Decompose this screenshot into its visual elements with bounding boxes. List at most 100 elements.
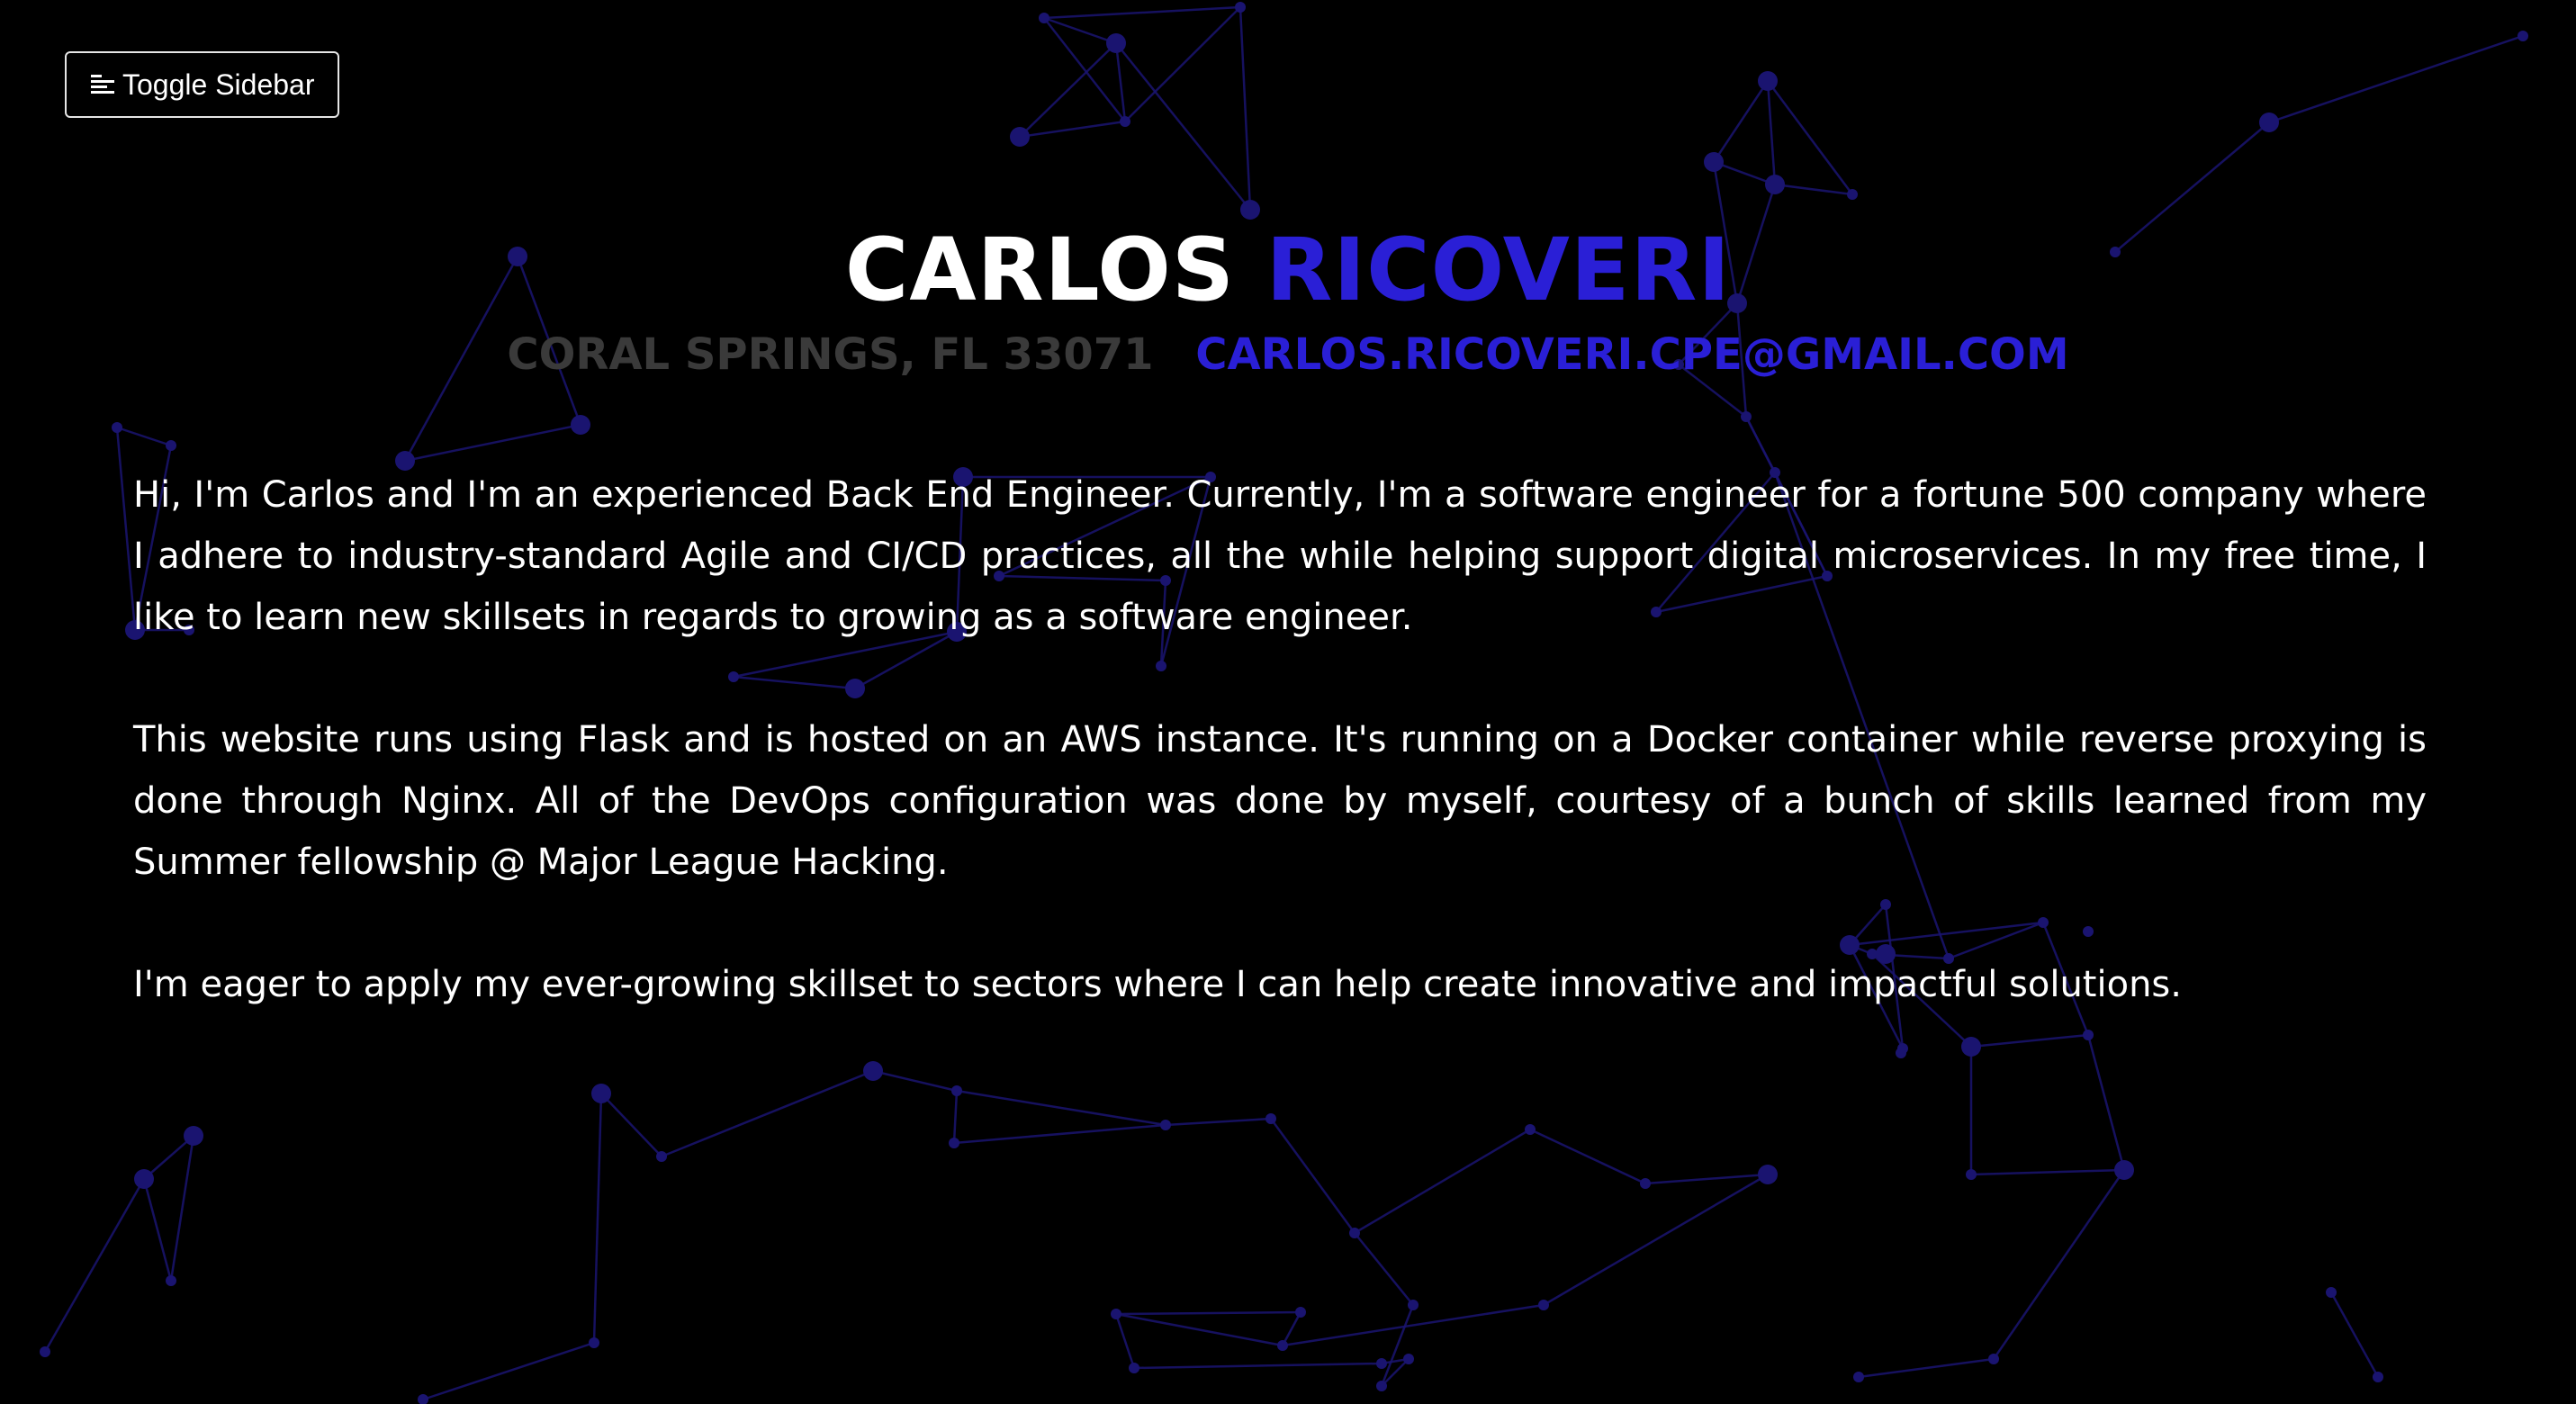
toggle-sidebar-button[interactable]: Toggle Sidebar [65,51,340,118]
network-line [1766,80,1777,185]
network-node [166,440,176,451]
network-node [1847,189,1858,200]
network-node [1106,33,1126,53]
bio-paragraph-2: This website runs using Flask and is hos… [133,719,2427,883]
contact-line: CORAL SPRINGS, FL 33071 CARLOS.RICOVERI.… [0,329,2576,380]
profile-header: CARLOS RICOVERI CORAL SPRINGS, FL 33071 … [0,216,2576,380]
network-node [1640,1178,1651,1189]
network-line [404,423,581,463]
network-node [589,1337,599,1348]
network-node [1765,175,1785,194]
network-node [1408,1300,1419,1310]
network-line [142,1178,173,1282]
network-node [1039,13,1049,23]
network-line [1019,120,1126,139]
network-line [43,1178,146,1353]
network-line [1970,1168,2125,1176]
network-line [1124,6,1241,122]
network-node [951,1085,962,1096]
network-node [1525,1124,1536,1135]
network-node [1376,1358,1387,1369]
bio-paragraph-1: Hi, I'm Carlos and I'm an experienced Ba… [133,474,2427,638]
network-line [1774,183,1853,196]
network-line [1115,42,1251,211]
network-line [1238,6,1252,211]
network-node [1349,1228,1360,1238]
network-line [1133,1362,1383,1370]
network-node [1129,1363,1139,1373]
network-node [1277,1340,1288,1351]
network-node [1403,1354,1414,1364]
network-line [1114,42,1127,122]
network-node [1758,1165,1778,1184]
network-node [1853,1372,1864,1382]
network-node [2114,1160,2134,1180]
network-line [1354,1232,1414,1306]
network-node [2326,1287,2337,1298]
email-link[interactable]: CARLOS.RICOVERI.CPE@GMAIL.COM [1195,329,2068,380]
first-name: CARLOS [844,220,1236,320]
network-line [953,1123,1166,1145]
network-line [115,427,137,631]
network-node [1538,1300,1549,1310]
network-line [952,1090,959,1144]
network-node [2373,1372,2383,1382]
network-line [1543,1173,1769,1307]
network-line [1644,1173,1769,1185]
network-node [134,1169,154,1189]
network-line [1858,1357,1995,1379]
network-line [1115,1310,1302,1316]
network-node [166,1275,176,1286]
network-line [169,1135,195,1282]
network-line [661,1069,874,1158]
network-node [1376,1381,1387,1391]
network-line [1380,1304,1415,1387]
network-node [418,1394,428,1404]
network-line [592,1093,603,1344]
network-node [184,1126,203,1146]
network-node [1265,1113,1276,1124]
network-node [40,1346,50,1357]
network-line [1282,1303,1545,1347]
network-line [956,1089,1166,1127]
network-line [1165,1117,1272,1127]
network-line [1269,1118,1356,1234]
network-node [656,1151,667,1162]
network-line [116,426,172,447]
network-node [1235,2,1246,13]
network-node [591,1084,611,1103]
network-node [112,422,122,433]
network-line [2268,34,2524,124]
network-node [2517,31,2528,41]
network-node [1111,1309,1121,1319]
network-node [1120,116,1130,127]
network-node [949,1138,959,1148]
location-text: CORAL SPRINGS, FL 33071 [507,329,1154,380]
network-line [1043,5,1241,20]
network-line [2329,1292,2380,1378]
network-line [1354,1128,1531,1235]
network-node [1704,152,1724,172]
bio-section: Hi, I'm Carlos and I'm an experienced Ba… [133,464,2427,1076]
network-node [2259,112,2279,132]
network-line [600,1093,662,1157]
network-node [1741,411,1752,422]
network-node [571,415,590,435]
network-node [1758,71,1778,91]
network-node [1010,127,1030,147]
bio-paragraph-3: I'm eager to apply my ever-growing skill… [133,964,2182,1005]
network-node [1295,1307,1306,1318]
network-line [1115,1312,1283,1347]
page-title: CARLOS RICOVERI [0,216,2576,324]
network-line [1992,1169,2126,1360]
network-line [1114,1313,1136,1369]
toggle-sidebar-label: Toggle Sidebar [122,68,315,101]
network-node [1160,1120,1171,1130]
network-line [422,1341,595,1401]
last-name: RICOVERI [1265,220,1732,320]
network-node [1966,1169,1977,1180]
network-line [1529,1128,1646,1185]
network-line [1043,17,1126,122]
network-line [1712,80,1770,163]
menu-lines-icon [90,71,117,98]
